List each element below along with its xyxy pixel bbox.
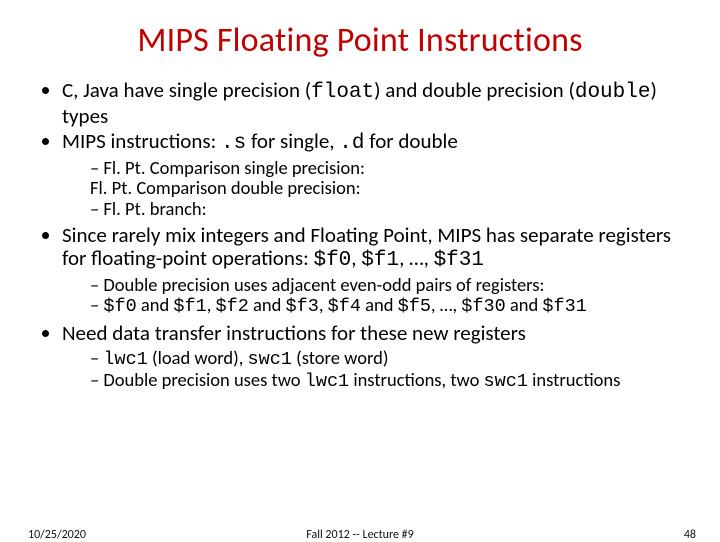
sub-bullet: Double precision uses adjacent even-odd … (90, 275, 684, 296)
code-double: double (575, 81, 651, 104)
sub-list: Double precision uses adjacent even-odd … (62, 275, 684, 318)
code-swc1: swc1 (484, 371, 528, 392)
code-dot-s: .s (221, 132, 246, 155)
sub-bullet: lwc1 (load word), swc1 (store word) (90, 348, 684, 371)
sub-bullet: Fl. Pt. Comparison single precision: Fl.… (90, 158, 684, 199)
text: and (137, 293, 174, 316)
bullet-4: Need data transfer instructions for thes… (62, 322, 684, 393)
text: Fl. Pt. branch: (103, 197, 206, 220)
text: instructions (528, 368, 620, 391)
code-reg: $f5 (398, 296, 431, 317)
text: for single, (246, 128, 339, 154)
text: MIPS instructions: (62, 128, 221, 154)
text: and (361, 293, 398, 316)
code-reg: $f1 (173, 296, 206, 317)
text: , (319, 293, 328, 316)
code-dot-d: .d (339, 132, 364, 155)
text: Double precision uses two (103, 368, 304, 391)
code-lwc1: lwc1 (103, 349, 147, 370)
code-lwc1: lwc1 (305, 371, 349, 392)
sub-bullet: $f0 and $f1, $f2 and $f3, $f4 and $f5, …… (90, 295, 684, 318)
text: Fl. Pt. Comparison single precision: (103, 156, 365, 179)
code-reg: $f31 (542, 296, 586, 317)
text: and (249, 293, 286, 316)
code-reg: $f2 (216, 296, 249, 317)
bullet-2: MIPS instructions: .s for single, .d for… (62, 130, 684, 220)
sub-list: Fl. Pt. Comparison single precision: Fl.… (62, 158, 684, 220)
text: (store word) (292, 346, 389, 369)
sub-list: lwc1 (load word), swc1 (store word) Doub… (62, 348, 684, 393)
code-float: float (311, 81, 374, 104)
sub-bullet: Double precision uses two lwc1 instructi… (90, 370, 684, 393)
text: , (351, 245, 361, 271)
text: ) and double precision ( (374, 77, 575, 103)
slide-title: MIPS Floating Point Instructions (36, 20, 684, 61)
code-reg: $f30 (461, 296, 505, 317)
text: C, Java have single precision ( (62, 77, 311, 103)
text: Need data transfer instructions for thes… (62, 320, 526, 346)
text: , …, (399, 245, 433, 271)
bullet-1: C, Java have single precision (float) an… (62, 79, 684, 128)
code-reg: $f3 (286, 296, 319, 317)
code-reg: $f31 (434, 249, 484, 272)
code-reg: $f1 (361, 249, 399, 272)
code-swc1: swc1 (248, 349, 292, 370)
text: , …, (431, 293, 461, 316)
slide: MIPS Floating Point Instructions C, Java… (0, 0, 720, 540)
text: , (207, 293, 216, 316)
text: for double (365, 128, 458, 154)
text: Double precision uses adjacent even-odd … (103, 273, 544, 296)
bullet-3: Since rarely mix integers and Floating P… (62, 224, 684, 318)
text: Fl. Pt. Comparison double precision: (90, 176, 361, 199)
text: (load word), (148, 346, 248, 369)
text: and (506, 293, 543, 316)
sub-bullet: Fl. Pt. branch: (90, 199, 684, 220)
text: instructions, two (349, 368, 483, 391)
code-reg: $f0 (313, 249, 351, 272)
bullet-list: C, Java have single precision (float) an… (36, 79, 684, 393)
code-reg: $f0 (103, 296, 136, 317)
code-reg: $f4 (328, 296, 361, 317)
